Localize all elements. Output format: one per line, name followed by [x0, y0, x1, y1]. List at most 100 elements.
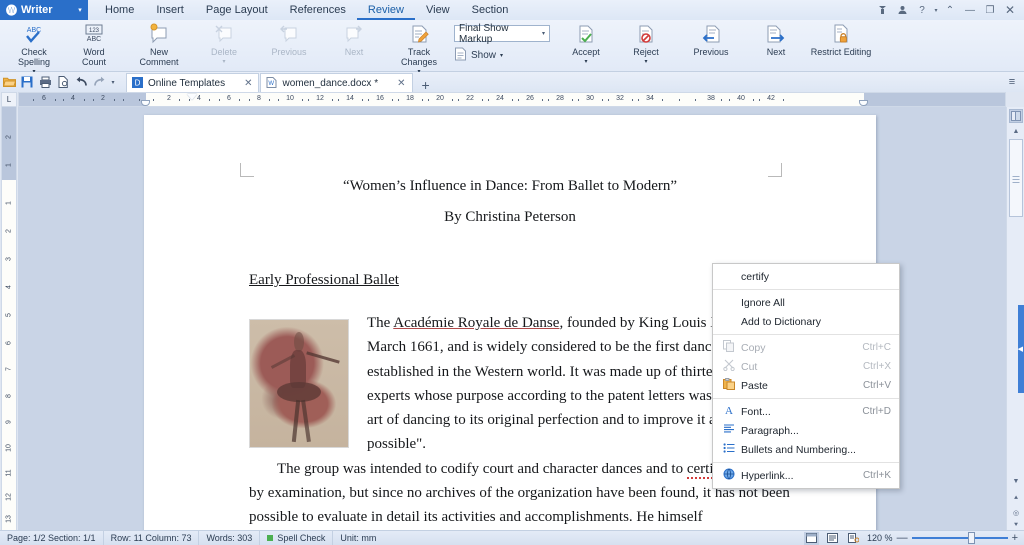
zoom-level-label: 120 %	[867, 533, 893, 543]
scroll-down-arrow[interactable]: ▼	[1007, 475, 1024, 488]
delete-comment-caret-icon[interactable]: ▾	[222, 57, 225, 67]
view-print-layout-button[interactable]	[804, 532, 819, 545]
app-logo-button[interactable]: 🅦 Writer	[0, 0, 72, 20]
account-icon[interactable]	[892, 0, 912, 20]
close-icon[interactable]: ✕	[244, 78, 252, 89]
123-abc-icon: 123 ABC	[83, 23, 105, 45]
ctx-paste-accel: Ctrl+V	[863, 380, 891, 391]
show-markup-button[interactable]: Show ▾	[454, 47, 550, 64]
reject-caret-icon[interactable]: ▾	[644, 57, 647, 67]
show-caret-icon[interactable]: ▾	[500, 52, 503, 59]
print-icon[interactable]	[36, 73, 54, 91]
new-comment-button[interactable]: New Comment	[124, 20, 194, 70]
navigation-pane-toggle[interactable]	[1009, 109, 1023, 123]
zoom-control[interactable]: 120 % — +	[867, 532, 1018, 544]
paragraph-1-revision: Académie Royale de Danse	[393, 315, 559, 331]
close-icon[interactable]: ✕	[397, 78, 405, 89]
comment-prev-icon	[278, 23, 300, 45]
delete-comment-button[interactable]: Delete ▾	[194, 20, 254, 70]
first-line-indent-marker[interactable]	[187, 94, 197, 100]
accept-caret-icon[interactable]: ▾	[584, 57, 587, 67]
restore-icon[interactable]: ❐	[980, 0, 1000, 20]
view-web-layout-button[interactable]	[846, 532, 861, 545]
vertical-ruler[interactable]: 2 1 1 2 3 4 5 6 7 8 9 10 11 12 13	[1, 107, 17, 530]
tab-section[interactable]: Section	[461, 0, 520, 20]
ctx-bullets-numbering[interactable]: Bullets and Numbering...	[713, 440, 899, 459]
tab-women-dance[interactable]: W women_dance.docx * ✕	[260, 73, 412, 92]
spell-check-status-icon	[267, 535, 273, 541]
status-unit[interactable]: Unit: mm	[333, 531, 383, 545]
undo-icon[interactable]	[72, 73, 90, 91]
accept-change-button[interactable]: Accept ▾	[556, 20, 616, 70]
restrict-editing-button[interactable]: Restrict Editing	[806, 20, 876, 70]
ctx-suggestion-certify[interactable]: certify	[713, 267, 899, 286]
ballerina-sketch-image[interactable]	[249, 319, 349, 448]
tabs-right-controls: ≡	[1003, 73, 1024, 91]
vertical-scrollbar-thumb[interactable]	[1009, 139, 1023, 217]
help-caret-icon[interactable]: ▾	[932, 0, 940, 20]
scroll-up-arrow[interactable]: ▲	[1007, 125, 1024, 138]
tab-review[interactable]: Review	[357, 0, 415, 20]
status-cursor-position[interactable]: Row: 11 Column: 73	[104, 531, 200, 545]
print-preview-icon[interactable]	[54, 73, 72, 91]
ctx-paragraph[interactable]: Paragraph...	[713, 421, 899, 440]
ribbon-tabs: Home Insert Page Layout References Revie…	[94, 0, 519, 20]
zoom-out-button[interactable]: —	[897, 532, 908, 544]
redo-icon[interactable]	[90, 73, 108, 91]
scissors-icon	[719, 359, 739, 374]
app-name-label: Writer	[21, 4, 53, 16]
select-browse-object-button[interactable]: ◎	[1007, 506, 1024, 519]
save-icon[interactable]	[18, 73, 36, 91]
ctx-cut[interactable]: Cut Ctrl+X	[713, 357, 899, 376]
app-menu-caret-icon[interactable]: ▾	[72, 0, 88, 20]
zoom-slider-track[interactable]	[912, 537, 1008, 539]
tab-home[interactable]: Home	[94, 0, 145, 20]
previous-page-button[interactable]: ⯅	[1007, 492, 1024, 505]
status-page-info[interactable]: Page: 1/2 Section: 1/1	[0, 531, 104, 545]
previous-comment-button[interactable]: Previous	[254, 20, 324, 70]
horizontal-ruler[interactable]: 6 4 2 2 4 6 8 10 12 14 16 18 20 22 24 26…	[18, 92, 1006, 107]
word-count-button[interactable]: 123 ABC Word Count	[64, 20, 124, 70]
reject-change-button[interactable]: Reject ▾	[616, 20, 676, 70]
tab-page-layout[interactable]: Page Layout	[195, 0, 279, 20]
new-tab-button[interactable]: +	[422, 78, 430, 92]
ruler-tab-selector[interactable]: L	[1, 92, 17, 107]
docx-icon: W	[266, 77, 277, 90]
view-full-screen-button[interactable]	[825, 532, 840, 545]
next-change-button[interactable]: Next	[746, 20, 806, 70]
markup-display-combo[interactable]: Final Show Markup ▾	[454, 25, 550, 42]
status-word-count[interactable]: Words: 303	[199, 531, 260, 545]
paragraph-2-part-0: The group was intended to codify court a…	[277, 461, 687, 477]
check-spelling-button[interactable]: ABC Check Spelling ▾	[4, 20, 64, 70]
tab-references[interactable]: References	[279, 0, 357, 20]
status-spell-check[interactable]: Spell Check	[260, 531, 333, 545]
tab-online-templates[interactable]: D Online Templates ✕	[126, 73, 259, 92]
next-comment-button[interactable]: Next	[324, 20, 384, 70]
ctx-font[interactable]: A Font... Ctrl+D	[713, 402, 899, 421]
spell-check-context-menu[interactable]: certify Ignore All Add to Dictionary Cop…	[712, 263, 900, 489]
chevron-down-icon[interactable]: ▾	[542, 30, 545, 37]
help-icon[interactable]: ?	[912, 0, 932, 20]
chevron-left-icon[interactable]: ◀	[1018, 345, 1023, 353]
ctx-copy[interactable]: Copy Ctrl+C	[713, 338, 899, 357]
zoom-slider-thumb[interactable]	[968, 532, 975, 544]
ctx-paste[interactable]: Paste Ctrl+V	[713, 376, 899, 395]
status-bar: Page: 1/2 Section: 1/1 Row: 11 Column: 7…	[0, 530, 1024, 545]
tab-list-icon[interactable]: ≡	[1003, 73, 1021, 91]
minimize-icon[interactable]: —	[960, 0, 980, 20]
lock-doc-icon	[830, 23, 852, 45]
ctx-ignore-all[interactable]: Ignore All	[713, 293, 899, 312]
open-folder-icon[interactable]	[0, 73, 18, 91]
ctx-hyperlink[interactable]: Hyperlink... Ctrl+K	[713, 466, 899, 485]
previous-change-button[interactable]: Previous	[676, 20, 746, 70]
ctx-hyperlink-accel: Ctrl+K	[863, 470, 891, 481]
customize-caret-icon[interactable]: ▾	[108, 73, 118, 91]
collapse-ribbon-icon[interactable]: ⌃	[940, 0, 960, 20]
tab-insert[interactable]: Insert	[145, 0, 195, 20]
tab-view[interactable]: View	[415, 0, 461, 20]
ctx-add-to-dictionary[interactable]: Add to Dictionary	[713, 312, 899, 331]
backup-icon[interactable]	[872, 0, 892, 20]
close-icon[interactable]: ✕	[1000, 0, 1020, 20]
zoom-in-button[interactable]: +	[1012, 532, 1018, 544]
track-changes-button[interactable]: Track Changes ▾	[384, 20, 454, 70]
